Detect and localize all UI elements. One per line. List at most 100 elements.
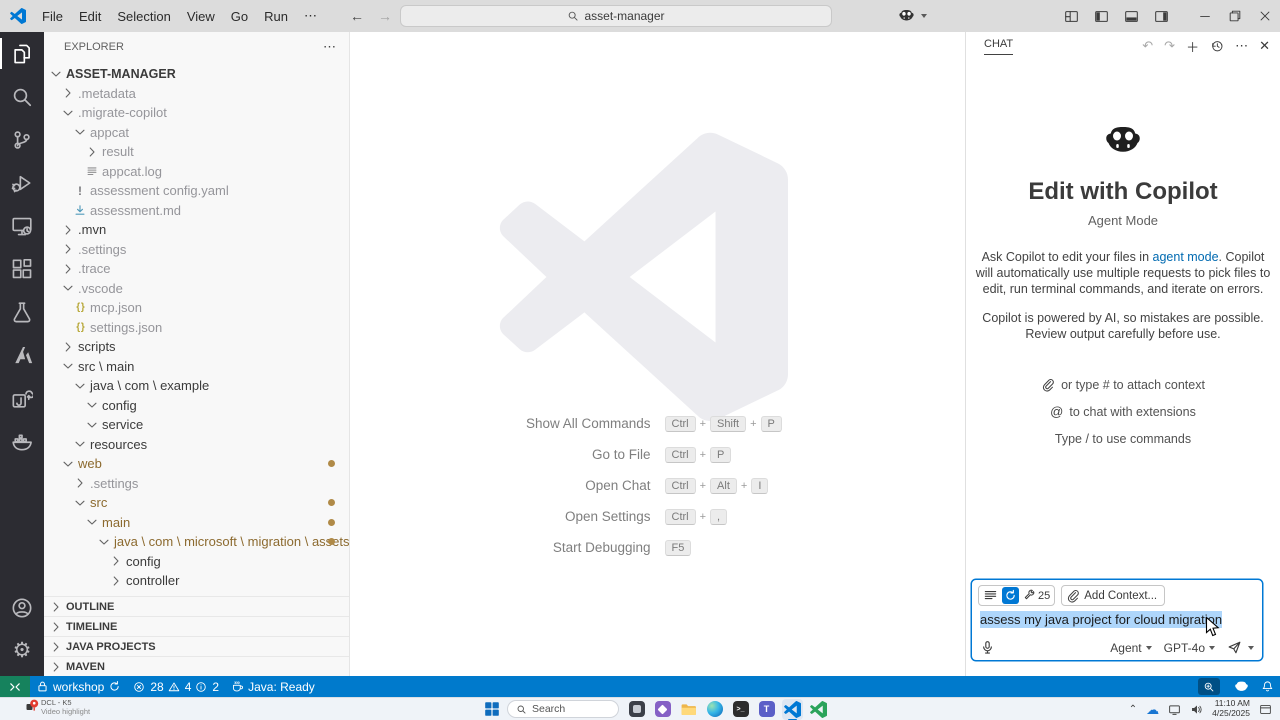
activitybar-remote-explorer[interactable] [0,204,44,247]
tools-button[interactable]: 25 [1023,589,1050,602]
tree-item[interactable]: java \ com \ microsoft \ migration \ ass… [44,532,349,552]
tree-item[interactable]: src \ main [44,357,349,377]
tree-item[interactable]: .trace [44,259,349,279]
tree-item[interactable]: .metadata [44,84,349,104]
tab-chat[interactable]: CHAT [984,38,1014,55]
activitybar-search[interactable] [0,75,44,118]
taskbar-search[interactable]: Search [507,700,619,718]
add-context-button[interactable]: Add Context... [1061,585,1166,606]
customize-layout-icon[interactable] [1056,0,1086,32]
menu-go[interactable]: Go [223,9,256,24]
tree-item[interactable]: appcat.log [44,162,349,182]
forward-icon[interactable]: → [378,8,392,24]
section-outline[interactable]: OUTLINE [44,596,349,616]
activitybar-azure[interactable] [0,333,44,376]
activitybar-testing[interactable] [0,290,44,333]
accounts-button[interactable] [0,586,44,629]
tree-item[interactable]: scripts [44,337,349,357]
restore-button[interactable] [1220,0,1250,32]
microphone-icon[interactable] [980,640,995,655]
tree-item[interactable]: .settings [44,240,349,260]
tree-item[interactable]: .mvn [44,220,349,240]
mode-picker[interactable]: Agent [1110,641,1152,655]
activitybar-extensions[interactable] [0,247,44,290]
taskbar-app-vscode[interactable] [782,698,803,720]
notification-center-icon[interactable] [1259,703,1272,716]
chat-input-box[interactable]: 25 Add Context... assess my java project… [971,579,1263,661]
taskbar-app-file-explorer[interactable] [678,699,699,720]
minimize-button[interactable] [1190,0,1220,32]
tree-item[interactable]: { } settings.json [44,318,349,338]
tree-item[interactable]: service [44,415,349,435]
onedrive-cloud-icon[interactable]: ☁ [1146,703,1159,716]
tree-item[interactable]: java \ com \ example [44,376,349,396]
menu-view[interactable]: View [179,9,223,24]
undo-icon[interactable]: ↶ [1142,38,1153,54]
chat-input-field[interactable]: assess my java project for cloud migrati… [972,606,1262,628]
model-picker[interactable]: GPT-4o [1164,641,1215,655]
tree-item[interactable]: .vscode [44,279,349,299]
activitybar-source-control[interactable] [0,118,44,161]
menu-edit[interactable]: Edit [71,9,109,24]
tree-item[interactable]: config [44,552,349,572]
tree-item[interactable]: assessment.md [44,201,349,221]
statusbar-copilot-button[interactable] [1228,679,1254,694]
taskbar-app-vscode-insiders[interactable] [808,699,829,720]
tree-item[interactable]: result [44,142,349,162]
tree-item[interactable]: ASSET-MANAGER [44,64,349,84]
java-status-item[interactable]: Java: Ready [225,676,321,697]
section-maven[interactable]: MAVEN [44,656,349,676]
toggle-sidebar-icon[interactable] [1086,0,1116,32]
menu-file[interactable]: File [34,9,71,24]
agent-mode-link[interactable]: agent mode [1153,250,1219,264]
manage-button[interactable]: ⚙ [0,629,44,672]
tree-item[interactable]: controller [44,571,349,591]
command-center-search[interactable]: asset-manager [400,5,832,27]
tree-item[interactable]: main [44,513,349,533]
start-button-icon[interactable] [484,701,500,717]
tree-item[interactable]: { } mcp.json [44,298,349,318]
activitybar-docker[interactable] [0,419,44,462]
menu-selection[interactable]: Selection [109,9,178,24]
menu-run[interactable]: Run [256,9,296,24]
chat-more-actions-icon[interactable]: ⋯ [1235,38,1248,54]
problems-status-item[interactable]: 28 4 2 [127,676,225,697]
section-java-projects[interactable]: JAVA PROJECTS [44,636,349,656]
tree-item[interactable]: config [44,396,349,416]
activitybar-run-and-debug[interactable] [0,161,44,204]
remote-indicator[interactable] [0,676,30,697]
tray-expand-icon[interactable]: ⌃ [1129,704,1137,715]
redo-icon[interactable]: ↷ [1164,38,1175,54]
auto-approve-toggle-icon[interactable] [1002,587,1019,604]
taskbar-app-edge[interactable] [704,699,725,720]
tree-item[interactable]: web [44,454,349,474]
tree-item[interactable]: appcat [44,123,349,143]
zoom-indicator[interactable] [1198,678,1220,695]
notifications-bell-icon[interactable] [1254,680,1280,693]
tree-item[interactable]: ! assessment config.yaml [44,181,349,201]
back-icon[interactable]: ← [350,8,364,24]
close-button[interactable] [1250,0,1280,32]
taskbar-app-terminal[interactable]: >_ [730,699,751,720]
toggle-panel-icon[interactable] [1116,0,1146,32]
toggle-secondary-sidebar-icon[interactable] [1146,0,1176,32]
taskbar-app-teams[interactable]: T [756,699,777,720]
taskbar-app-task-view[interactable] [626,699,647,720]
activitybar-explorer[interactable] [0,32,44,75]
new-chat-icon[interactable]: ＋ [1186,37,1199,56]
menubar-overflow-icon[interactable]: ⋯ [296,8,326,24]
section-timeline[interactable]: TIMELINE [44,616,349,636]
titlebar-copilot-button[interactable] [898,7,927,24]
taskbar-app-dev-app[interactable] [652,699,673,720]
tree-item[interactable]: resources [44,435,349,455]
view-list-icon[interactable] [983,588,998,603]
branch-status-item[interactable]: workshop [30,676,127,697]
display-icon[interactable] [1168,703,1181,716]
tree-item[interactable]: src [44,493,349,513]
chat-close-icon[interactable]: ✕ [1259,38,1270,54]
taskbar-clock[interactable]: 11:10 AM 4/25/2025 [1212,698,1250,719]
explorer-more-actions-icon[interactable]: ⋯ [323,39,337,55]
chat-history-icon[interactable] [1210,39,1224,53]
tree-item[interactable]: .migrate-copilot [44,103,349,123]
tree-item[interactable]: .settings [44,474,349,494]
